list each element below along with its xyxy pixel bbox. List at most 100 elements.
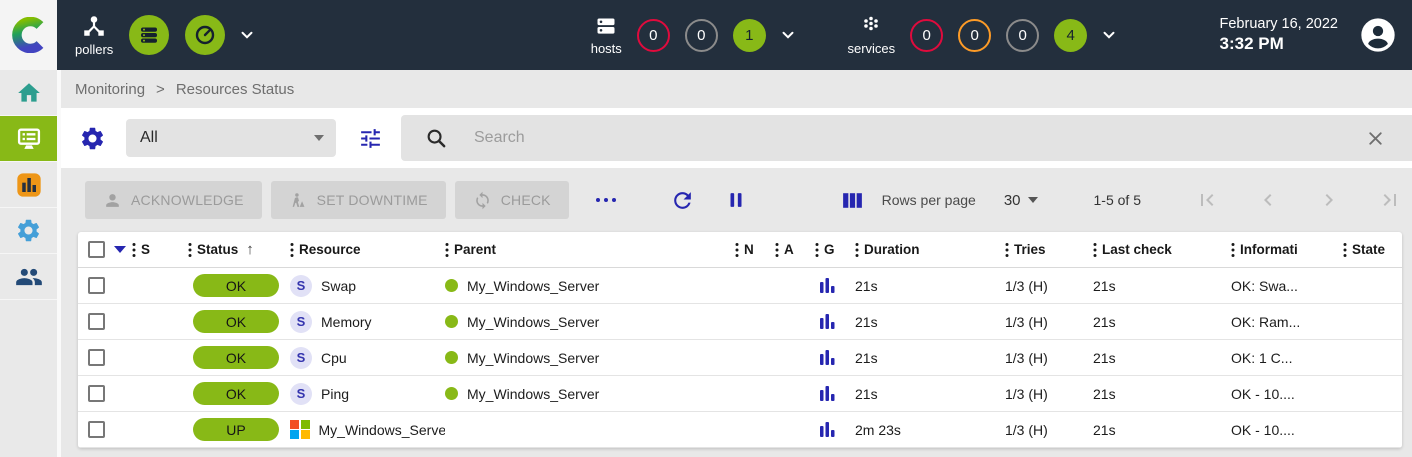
parent-name[interactable]: My_Windows_Server bbox=[467, 314, 599, 330]
row-checkbox[interactable] bbox=[88, 385, 105, 402]
tries-cell: 1/3 (H) bbox=[1005, 278, 1093, 294]
check-button[interactable]: CHECK bbox=[455, 181, 569, 219]
table-row[interactable]: UP My_Windows_Server 2m 23s bbox=[78, 412, 1402, 448]
hosts-down-counter[interactable]: 0 bbox=[637, 19, 670, 52]
latency-button[interactable] bbox=[185, 15, 225, 55]
graph-icon[interactable] bbox=[820, 277, 835, 294]
parent-name[interactable]: My_Windows_Server bbox=[467, 278, 599, 294]
more-dots-icon bbox=[594, 195, 618, 205]
column-header-duration[interactable]: Duration bbox=[855, 242, 1005, 258]
pollers-button[interactable]: pollers bbox=[75, 13, 113, 57]
drag-dots-icon bbox=[855, 242, 859, 258]
column-header-resource[interactable]: Resource bbox=[290, 242, 445, 258]
column-header-parent[interactable]: Parent bbox=[445, 242, 735, 258]
sidebar-item-configuration[interactable] bbox=[0, 208, 57, 254]
rows-per-page-label: Rows per page bbox=[882, 192, 976, 208]
hosts-expand-button[interactable] bbox=[779, 26, 797, 44]
column-header-information[interactable]: Informati bbox=[1231, 242, 1343, 258]
breadcrumb-monitoring[interactable]: Monitoring bbox=[75, 81, 145, 98]
select-all-checkbox[interactable] bbox=[88, 241, 105, 258]
user-menu-button[interactable] bbox=[1358, 15, 1398, 55]
parent-name[interactable]: My_Windows_Server bbox=[467, 350, 599, 366]
column-header-graph[interactable]: G bbox=[815, 242, 855, 258]
sidebar-item-reporting[interactable] bbox=[0, 162, 57, 208]
resource-name[interactable]: Ping bbox=[321, 386, 349, 402]
services-menu[interactable]: services bbox=[847, 14, 895, 56]
resource-name[interactable]: Memory bbox=[321, 314, 372, 330]
pollers-expand-button[interactable] bbox=[238, 26, 256, 44]
sidebar-item-home[interactable] bbox=[0, 70, 57, 116]
graph-icon[interactable] bbox=[820, 349, 835, 366]
reporting-chart-icon bbox=[15, 171, 43, 199]
graph-icon[interactable] bbox=[820, 313, 835, 330]
next-page-button[interactable] bbox=[1317, 188, 1341, 212]
breadcrumb-page[interactable]: Resources Status bbox=[176, 81, 294, 98]
clear-icon[interactable] bbox=[1365, 128, 1386, 149]
filter-scope-select[interactable]: All bbox=[126, 119, 336, 157]
prev-page-button[interactable] bbox=[1256, 188, 1280, 212]
select-menu-caret-icon[interactable] bbox=[114, 246, 126, 253]
table-row[interactable]: OK S Cpu My_Windows_Server 21s 1/3 (H) 2… bbox=[78, 340, 1402, 376]
drag-dots-icon bbox=[1005, 242, 1009, 258]
edit-columns-button[interactable] bbox=[840, 188, 865, 213]
refresh-button[interactable] bbox=[670, 188, 695, 213]
hosts-unreachable-counter[interactable]: 0 bbox=[685, 19, 718, 52]
acknowledge-button[interactable]: ACKNOWLEDGE bbox=[85, 181, 262, 219]
poller-status-button[interactable] bbox=[129, 15, 169, 55]
row-checkbox[interactable] bbox=[88, 313, 105, 330]
column-header-state[interactable]: State bbox=[1343, 242, 1402, 258]
hosts-up-counter[interactable]: 1 bbox=[733, 19, 766, 52]
drag-dots-icon bbox=[290, 242, 294, 258]
first-page-icon bbox=[1195, 188, 1219, 212]
graph-icon[interactable] bbox=[820, 385, 835, 402]
drag-dots-icon bbox=[735, 242, 739, 258]
column-header-action[interactable]: A bbox=[775, 242, 815, 258]
column-header-notes[interactable]: N bbox=[735, 242, 775, 258]
pause-refresh-button[interactable] bbox=[725, 188, 747, 212]
duration-cell: 21s bbox=[855, 350, 1005, 366]
table-row[interactable]: OK S Memory My_Windows_Server 21s 1/3 (H… bbox=[78, 304, 1402, 340]
filter-row: All bbox=[61, 108, 1412, 168]
services-warning-counter[interactable]: 0 bbox=[958, 19, 991, 52]
parent-name[interactable]: My_Windows_Server bbox=[467, 386, 599, 402]
column-label: State bbox=[1352, 242, 1385, 257]
search-input[interactable] bbox=[474, 129, 1365, 147]
services-unknown-counter[interactable]: 0 bbox=[1006, 19, 1039, 52]
resource-name[interactable]: Cpu bbox=[321, 350, 347, 366]
hosts-server-icon bbox=[594, 14, 618, 38]
centreon-logo[interactable] bbox=[0, 0, 57, 70]
sidebar-item-monitoring[interactable] bbox=[0, 116, 57, 162]
services-expand-button[interactable] bbox=[1100, 26, 1118, 44]
rows-per-page-value: 30 bbox=[1004, 192, 1021, 209]
graph-icon[interactable] bbox=[820, 421, 835, 438]
more-actions-button[interactable] bbox=[594, 195, 618, 205]
row-checkbox[interactable] bbox=[88, 349, 105, 366]
resource-name[interactable]: My_Windows_Server bbox=[319, 422, 446, 438]
column-header-last-check[interactable]: Last check bbox=[1093, 242, 1231, 258]
resource-name[interactable]: Swap bbox=[321, 278, 356, 294]
rows-per-page-select[interactable]: 30 bbox=[1004, 192, 1038, 209]
services-ok-counter[interactable]: 4 bbox=[1054, 19, 1087, 52]
advanced-filter-button[interactable] bbox=[358, 126, 383, 151]
row-checkbox[interactable] bbox=[88, 421, 105, 438]
column-header-tries[interactable]: Tries bbox=[1005, 242, 1093, 258]
toolbar: ACKNOWLEDGE SET DOWNTIME bbox=[78, 168, 1402, 232]
table-row[interactable]: OK S Swap My_Windows_Server 21s 1/3 (H) … bbox=[78, 268, 1402, 304]
administration-people-icon bbox=[15, 263, 43, 291]
sidebar-item-administration[interactable] bbox=[0, 254, 57, 300]
services-critical-counter[interactable]: 0 bbox=[910, 19, 943, 52]
set-downtime-button[interactable]: SET DOWNTIME bbox=[271, 181, 446, 219]
hosts-menu[interactable]: hosts bbox=[591, 14, 622, 56]
app: pollers bbox=[0, 0, 1412, 457]
current-time: 3:32 PM bbox=[1220, 33, 1339, 55]
filter-gear-icon[interactable] bbox=[79, 125, 106, 152]
table-row[interactable]: OK S Ping My_Windows_Server 21s 1/3 (H) … bbox=[78, 376, 1402, 412]
row-checkbox[interactable] bbox=[88, 277, 105, 294]
column-label: Duration bbox=[864, 242, 920, 257]
column-header-severity[interactable]: S bbox=[132, 242, 188, 258]
last-page-button[interactable] bbox=[1378, 188, 1402, 212]
tune-icon bbox=[358, 126, 383, 151]
column-header-status[interactable]: Status ↑ bbox=[188, 241, 290, 258]
host-dot-icon bbox=[445, 351, 458, 364]
first-page-button[interactable] bbox=[1195, 188, 1219, 212]
